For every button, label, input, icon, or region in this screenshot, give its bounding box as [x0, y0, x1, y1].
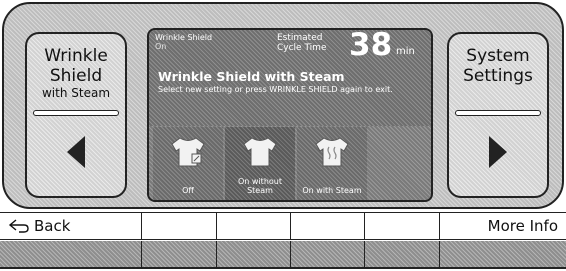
right-arrow-icon	[489, 136, 507, 168]
header-status: Wrinkle Shield On	[155, 33, 255, 51]
left-button-divider	[33, 110, 119, 116]
softkey-slot-4[interactable]	[291, 213, 365, 239]
screen-title: Wrinkle Shield with Steam	[158, 69, 345, 84]
header-title: Wrinkle Shield	[155, 33, 213, 42]
system-settings-label-line1: System	[466, 46, 530, 66]
softkey-bar-segment[interactable]	[440, 241, 566, 267]
softkey-labels: Back More Info	[0, 212, 566, 240]
softkey-slot-3[interactable]	[217, 213, 291, 239]
option-off-label: Off	[182, 186, 194, 195]
option-on-without-steam-label: On without Steam	[238, 177, 282, 195]
cycle-time-value: 38	[349, 28, 393, 63]
system-settings-label-line2: Settings	[463, 66, 533, 86]
wrinkle-shield-label-line1: Wrinkle	[44, 46, 108, 66]
right-button-divider	[455, 110, 541, 116]
back-arrow-icon	[8, 219, 29, 233]
more-info-label: More Info	[487, 217, 558, 235]
softkey-slot-2[interactable]	[142, 213, 217, 239]
screen-subtitle: Select new setting or press WRINKLE SHIE…	[158, 85, 393, 94]
softkey-bar-segment[interactable]	[291, 241, 365, 267]
softkey-bar-segment[interactable]	[0, 241, 142, 267]
system-settings-label: System Settings	[449, 46, 547, 86]
shirt-off-icon	[171, 137, 205, 167]
softkey-bar	[0, 241, 566, 269]
shirt-steam-icon	[315, 137, 349, 167]
wrinkle-shield-label-line2: Shield	[49, 66, 103, 86]
softkey-slot-5[interactable]	[365, 213, 440, 239]
estimated-cycle-time-label: Estimated Cycle Time	[277, 33, 327, 53]
wrinkle-shield-label-line3: with Steam	[41, 86, 111, 100]
header-value: On	[155, 42, 167, 51]
option-on-without-steam[interactable]: On without Steam	[225, 127, 295, 200]
cycle-time-unit: min	[396, 46, 415, 57]
option-off[interactable]: Off	[153, 127, 223, 200]
more-info-softkey[interactable]: More Info	[440, 213, 566, 239]
control-panel: Wrinkle Shield with Steam System Setting…	[2, 2, 564, 209]
display-screen: Wrinkle Shield On Estimated Cycle Time 3…	[147, 28, 433, 202]
option-list: Off On without Steam On with Steam	[153, 127, 373, 200]
option-on-with-steam[interactable]: On with Steam	[297, 127, 367, 200]
shirt-icon	[243, 137, 277, 167]
system-settings-button[interactable]: System Settings	[447, 32, 549, 198]
softkey-bar-segment[interactable]	[142, 241, 217, 267]
option-on-with-steam-label: On with Steam	[302, 186, 362, 195]
softkey-bar-segment[interactable]	[217, 241, 291, 267]
back-label: Back	[34, 217, 71, 235]
back-softkey[interactable]: Back	[0, 213, 142, 239]
wrinkle-shield-label: Wrinkle Shield with Steam	[27, 46, 125, 100]
left-arrow-icon	[67, 136, 85, 168]
softkey-bar-segment[interactable]	[365, 241, 440, 267]
screen-header: Wrinkle Shield On Estimated Cycle Time 3…	[149, 30, 431, 126]
wrinkle-shield-button[interactable]: Wrinkle Shield with Steam	[25, 32, 127, 198]
